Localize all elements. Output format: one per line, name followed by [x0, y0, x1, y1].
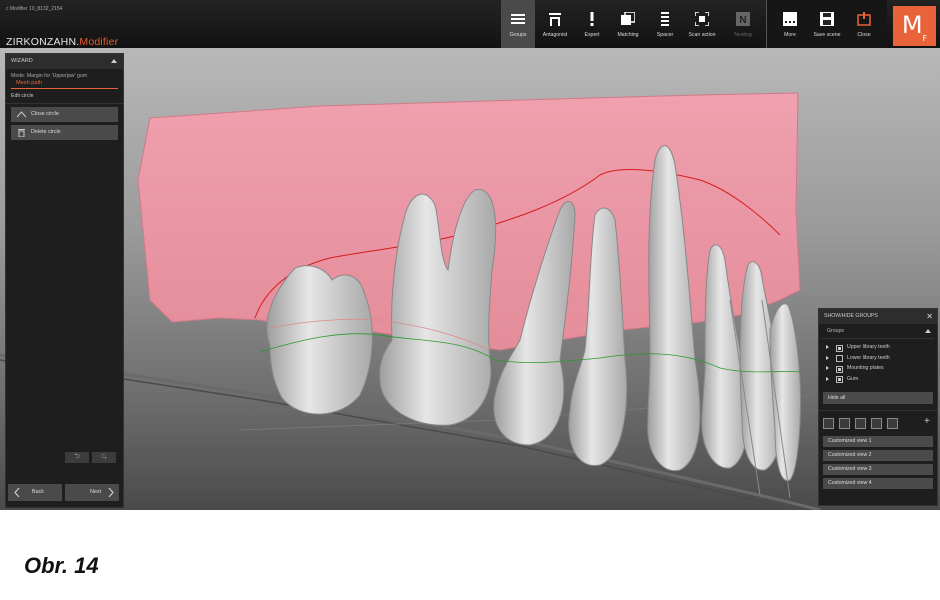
- svg-text:N: N: [739, 15, 746, 26]
- chevron-left-icon: [14, 488, 20, 497]
- brand-main: ZIRKONZAHN.: [6, 36, 80, 48]
- back-label: Back: [32, 489, 44, 495]
- chevron-right-icon: [108, 488, 114, 497]
- view-slot-icon[interactable]: [887, 418, 898, 429]
- toolbar-label: More: [784, 32, 796, 38]
- delete-circle-button[interactable]: Delete circle: [11, 125, 118, 140]
- toolbar-label: Close: [857, 32, 871, 38]
- view-slot-icon[interactable]: [855, 418, 866, 429]
- matching-icon: [620, 11, 636, 27]
- view-icons-row: +: [819, 410, 937, 433]
- undo-button[interactable]: ⮌: [65, 452, 89, 463]
- wizard-title: WIZARD: [11, 58, 33, 64]
- more-icon: [782, 11, 798, 27]
- menu-icon: [510, 11, 526, 27]
- group-checkbox[interactable]: [836, 376, 843, 383]
- expand-arrow-icon[interactable]: [826, 376, 829, 381]
- spacer-icon: [657, 11, 673, 27]
- wizard-mode: Mode: Margin for 'Upperjaw' gum: [11, 73, 88, 79]
- logo-main: M: [901, 11, 923, 39]
- collapse-icon[interactable]: [925, 329, 931, 333]
- groups-panel-title: SHOW/HIDE GROUPS: [824, 313, 878, 319]
- group-label: Gum: [847, 375, 859, 382]
- toolbar-label: Scan action: [688, 32, 716, 38]
- close-circle-button[interactable]: Close circle: [11, 107, 118, 122]
- dental-model-render: [0, 92, 821, 510]
- toolbar-groups-button[interactable]: Groups: [501, 0, 535, 48]
- redo-button[interactable]: ⮎: [92, 452, 116, 463]
- version-label: c Modifier 10_8132_2154: [6, 6, 63, 12]
- logo-sub: F: [922, 34, 928, 43]
- customized-view-button[interactable]: Customized view 4: [823, 478, 933, 489]
- nesting-icon: N: [735, 11, 751, 27]
- groups-section[interactable]: Groups: [822, 324, 934, 339]
- back-button[interactable]: Back: [8, 484, 62, 501]
- group-checkbox[interactable]: [836, 365, 843, 373]
- app-window: c Modifier 10_8132_2154 ZIRKONZAHN.Modif…: [0, 0, 940, 510]
- customized-view-button[interactable]: Customized view 2: [823, 450, 933, 461]
- toolbar-matching-button[interactable]: Matching: [611, 0, 645, 48]
- toolbar-save-scene-button[interactable]: Save scene: [810, 0, 844, 48]
- toolbar-label: Groups: [509, 32, 527, 38]
- wizard-step-title: Mesh path: [11, 79, 118, 89]
- customized-view-button[interactable]: Customized view 1: [823, 436, 933, 447]
- groups-label: Groups: [827, 328, 845, 334]
- group-checkbox[interactable]: [836, 344, 843, 352]
- toolbar-antagonist-button[interactable]: Antagonist: [538, 0, 572, 48]
- collapse-icon[interactable]: [111, 59, 117, 63]
- next-button[interactable]: Next: [65, 484, 119, 501]
- toolbar-label: Save scene: [813, 32, 841, 38]
- toolbar-label: Antagonist: [542, 32, 568, 38]
- toolbar-label: Nesting: [734, 32, 752, 38]
- toolbar-close-button[interactable]: Close: [847, 0, 881, 48]
- modifier-logo: MF: [893, 6, 936, 46]
- toolbar-expert-button[interactable]: Expert: [575, 0, 609, 48]
- close-icon[interactable]: ✕: [926, 309, 933, 324]
- view-slot-icon[interactable]: [823, 418, 834, 429]
- power-icon: [856, 11, 872, 27]
- group-label: Mounting plates: [847, 365, 884, 371]
- delete-circle-label: Delete circle: [31, 129, 61, 135]
- next-label: Next: [90, 489, 102, 495]
- group-label: Lower library teeth: [847, 354, 890, 361]
- group-label: Upper library teeth: [847, 344, 890, 350]
- toolbar-spacer-button[interactable]: Spacer: [648, 0, 682, 48]
- show-hide-groups-panel: SHOW/HIDE GROUPS ✕ Groups Upper library t…: [818, 308, 938, 506]
- wizard-header[interactable]: WIZARD: [6, 54, 123, 69]
- top-toolbar: c Modifier 10_8132_2154 ZIRKONZAHN.Modif…: [0, 0, 940, 48]
- view-slot-icon[interactable]: [871, 418, 882, 429]
- 3d-viewport[interactable]: [0, 48, 940, 510]
- group-checkbox[interactable]: [836, 355, 843, 362]
- expand-arrow-icon[interactable]: [826, 345, 829, 349]
- wizard-panel: WIZARD Mode: Margin for 'Upperjaw' gum M…: [5, 53, 124, 508]
- expand-arrow-icon[interactable]: [826, 366, 829, 370]
- toolbar-label: Expert: [584, 32, 600, 38]
- save-icon: [819, 11, 835, 27]
- trash-icon: [18, 129, 25, 137]
- toolbar-scan-action-button[interactable]: Scan action: [685, 0, 719, 48]
- exclamation-icon: [584, 11, 600, 27]
- close-circle-label: Close circle: [31, 111, 59, 117]
- toolbar-nesting-button[interactable]: N Nesting: [726, 0, 760, 48]
- group-item-upper-library-teeth[interactable]: Upper library teeth: [819, 342, 937, 353]
- figure-caption: Obr. 14: [24, 553, 99, 578]
- brand-accent: Modifier: [79, 36, 119, 48]
- toolbar-more-button[interactable]: More: [773, 0, 807, 48]
- toolbar-label: Spacer: [656, 32, 674, 38]
- antagonist-icon: [547, 11, 563, 27]
- groups-panel-header: SHOW/HIDE GROUPS ✕: [819, 309, 937, 324]
- customized-view-button[interactable]: Customized view 3: [823, 464, 933, 475]
- group-item-mounting-plates[interactable]: Mounting plates: [819, 363, 937, 374]
- toolbar-label: Matching: [617, 32, 639, 38]
- edit-circle-label: Edit circle: [6, 89, 123, 104]
- view-slot-icon[interactable]: [839, 418, 850, 429]
- brand-logo: ZIRKONZAHN.Modifier: [6, 36, 118, 48]
- add-view-icon[interactable]: +: [924, 417, 933, 427]
- group-item-gum[interactable]: Gum: [819, 374, 937, 385]
- expand-arrow-icon[interactable]: [826, 355, 829, 360]
- group-item-lower-library-teeth[interactable]: Lower library teeth: [819, 353, 937, 364]
- hide-all-button[interactable]: Hide all: [823, 392, 933, 404]
- scan-icon: [694, 11, 710, 27]
- close-circle-icon: [17, 111, 26, 118]
